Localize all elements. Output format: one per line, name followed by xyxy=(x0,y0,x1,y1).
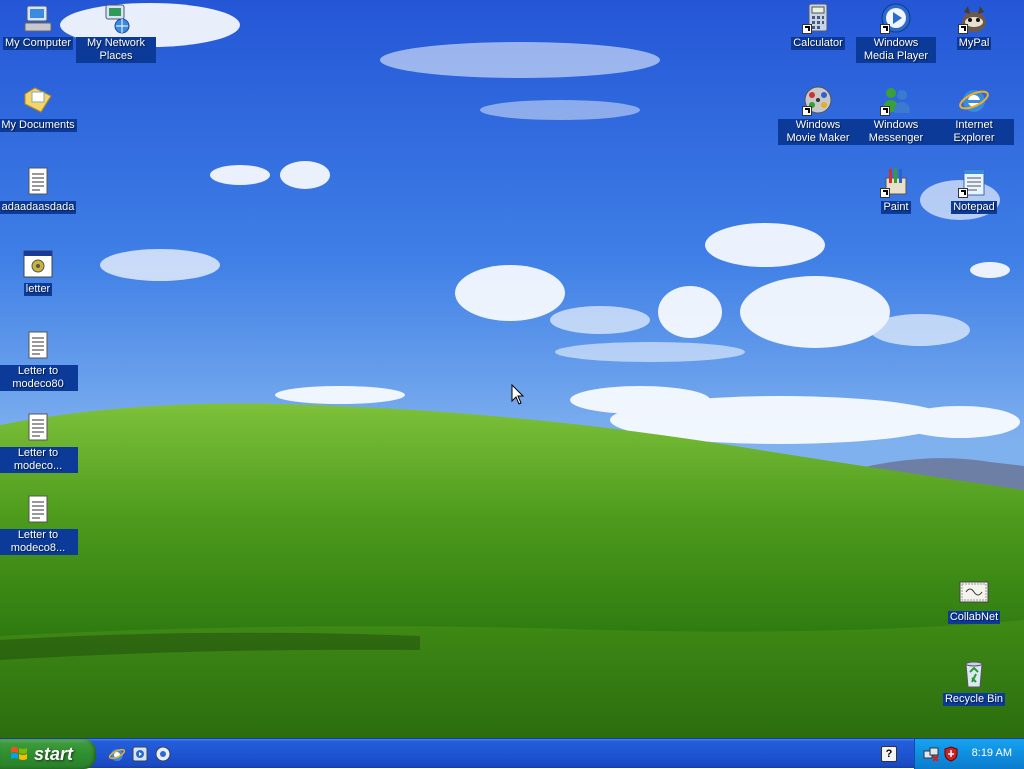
my-documents-icon xyxy=(22,84,54,116)
desktop-icon-label: Recycle Bin xyxy=(942,693,1006,706)
text-document-icon xyxy=(22,166,54,198)
mypal-raccoon-icon xyxy=(958,2,990,34)
letter-to-modeco80-icon-item[interactable]: Letter to modeco80 xyxy=(0,330,78,391)
start-label: start xyxy=(34,743,74,764)
desktop-icon-label: Letter to modeco80 xyxy=(0,365,78,391)
internet-explorer-icon-item[interactable]: Internet Explorer xyxy=(934,84,1014,145)
desktop-icon-label: adaadaasdada xyxy=(0,201,77,214)
media-player-icon xyxy=(880,2,912,34)
shortcut-arrow-icon xyxy=(880,24,890,34)
letter-to-modeco-3-icon-item[interactable]: Letter to modeco8... xyxy=(0,494,78,555)
desktop-icon-label: Paint xyxy=(881,201,911,214)
windows-movie-maker-icon-item[interactable]: Windows Movie Maker xyxy=(778,84,858,145)
desktop[interactable]: My Computer My Network Places My Documen… xyxy=(0,0,1024,738)
help-icon[interactable]: ? xyxy=(881,746,897,762)
internet-explorer-icon[interactable] xyxy=(108,745,126,763)
paint-icon xyxy=(880,166,912,198)
media-player-icon[interactable] xyxy=(131,745,149,763)
security-shield-icon[interactable] xyxy=(943,746,959,762)
desktop-icon-label: Windows Media Player xyxy=(856,37,936,63)
desktop-icon-label: CollabNet xyxy=(947,611,1001,624)
letter-icon-item[interactable]: letter xyxy=(0,248,78,296)
desktop-icon-label: Windows Messenger xyxy=(856,119,936,145)
calculator-icon xyxy=(802,2,834,34)
taskbar: start ? 8:19 AM xyxy=(0,738,1024,769)
shortcut-arrow-icon xyxy=(802,106,812,116)
desktop-icon-label: Calculator xyxy=(791,37,845,50)
notepad-icon xyxy=(958,166,990,198)
desktop-icon-label: MyPal xyxy=(956,37,992,50)
desktop-icon-label: letter xyxy=(23,283,53,296)
windows-logo-icon xyxy=(11,747,27,760)
shortcut-arrow-icon xyxy=(880,188,890,198)
shortcut-arrow-icon xyxy=(802,24,812,34)
notepad-icon-item[interactable]: Notepad xyxy=(934,166,1014,214)
start-button[interactable]: start xyxy=(0,739,96,769)
network-status-icon[interactable] xyxy=(923,746,939,762)
desktop-icon-label: My Computer xyxy=(2,37,74,50)
my-documents-icon-item[interactable]: My Documents xyxy=(0,84,78,132)
text-document-icon xyxy=(22,412,54,444)
recycle-bin-icon xyxy=(958,658,990,690)
my-network-places-icon-item[interactable]: My Network Places xyxy=(76,2,156,63)
desktop-icon-label: Internet Explorer xyxy=(934,119,1014,145)
desktop-icon-label: My Documents xyxy=(0,119,77,132)
mypal-icon-item[interactable]: MyPal xyxy=(934,2,1014,50)
recycle-bin-icon-item[interactable]: Recycle Bin xyxy=(934,658,1014,706)
system-tray: 8:19 AM xyxy=(914,739,1024,769)
letter-to-modeco-2-icon-item[interactable]: Letter to modeco... xyxy=(0,412,78,473)
windows-media-player-icon-item[interactable]: Windows Media Player xyxy=(856,2,936,63)
network-places-icon xyxy=(100,2,132,34)
adaadaasdada-icon-item[interactable]: adaadaasdada xyxy=(0,166,78,214)
desktop-icon-label: My Network Places xyxy=(76,37,156,63)
show-desktop-icon[interactable] xyxy=(154,745,172,763)
application-icon xyxy=(22,248,54,280)
my-computer-icon-item[interactable]: My Computer xyxy=(0,2,78,50)
collabnet-icon-item[interactable]: CollabNet xyxy=(934,576,1014,624)
desktop-icon-label: Windows Movie Maker xyxy=(778,119,858,145)
text-document-icon xyxy=(22,494,54,526)
text-document-icon xyxy=(22,330,54,362)
clock[interactable]: 8:19 AM xyxy=(972,747,1012,759)
shortcut-arrow-icon xyxy=(880,106,890,116)
shortcut-arrow-icon xyxy=(958,188,968,198)
calculator-icon-item[interactable]: Calculator xyxy=(778,2,858,50)
desktop-icon-label: Letter to modeco... xyxy=(0,447,78,473)
my-computer-icon xyxy=(22,2,54,34)
paint-icon-item[interactable]: Paint xyxy=(856,166,936,214)
messenger-icon xyxy=(880,84,912,116)
mouse-cursor-icon xyxy=(511,384,525,405)
internet-explorer-icon xyxy=(958,84,990,116)
shortcut-arrow-icon xyxy=(958,24,968,34)
desktop-icon-label: Notepad xyxy=(951,201,997,214)
windows-messenger-icon-item[interactable]: Windows Messenger xyxy=(856,84,936,145)
collabnet-icon xyxy=(958,576,990,608)
movie-maker-icon xyxy=(802,84,834,116)
desktop-icon-label: Letter to modeco8... xyxy=(0,529,78,555)
